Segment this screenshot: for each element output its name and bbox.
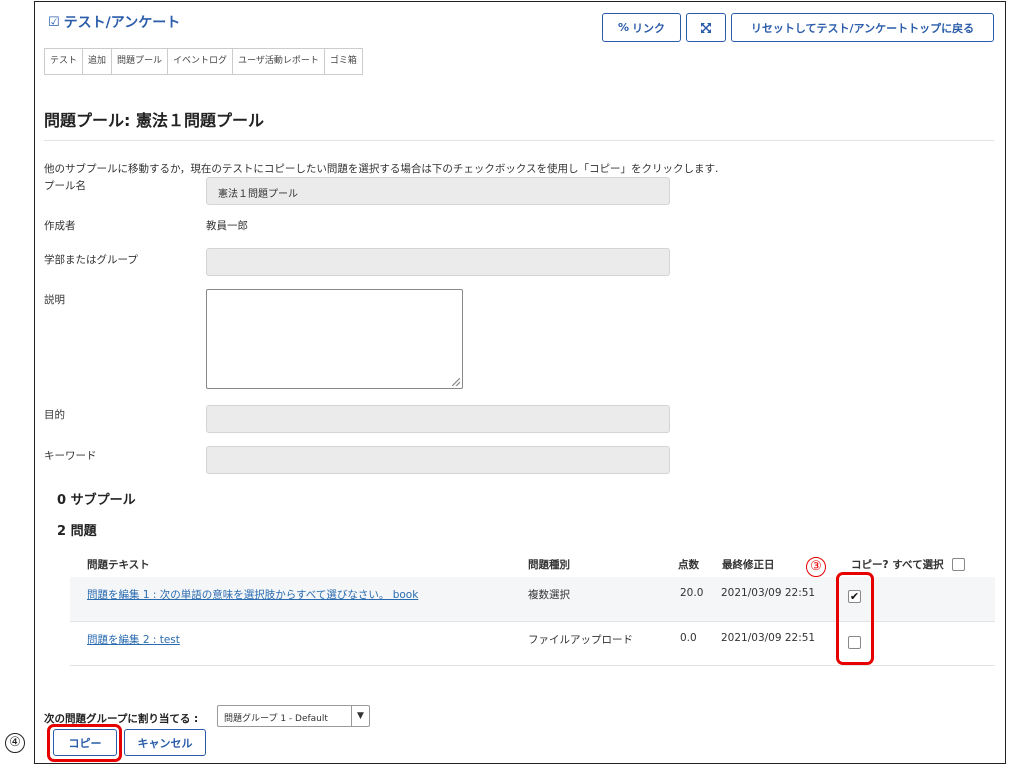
pool-name-value: 憲法１問題プール xyxy=(218,189,298,200)
divider xyxy=(44,140,994,141)
pool-name-field: 憲法１問題プール xyxy=(206,177,670,205)
tool-title: ☑ テスト/アンケート xyxy=(48,12,180,32)
col-copy: コピー? すべて選択 xyxy=(851,559,944,571)
link-button[interactable]: % リンク xyxy=(602,13,681,42)
highlight-copy-button xyxy=(47,724,122,762)
page-title: 問題プール: 憲法１問題プール xyxy=(44,111,264,130)
col-points: 点数 xyxy=(678,559,699,571)
reset-button[interactable]: リセットしてテスト/アンケートトップに戻る xyxy=(731,13,994,42)
description-textarea[interactable] xyxy=(206,289,463,389)
keywords-label: キーワード xyxy=(44,450,97,462)
resize-grip-icon[interactable] xyxy=(452,378,460,386)
tab-trash[interactable]: ゴミ箱 xyxy=(325,49,362,74)
cancel-button-label: キャンセル xyxy=(137,736,193,750)
creator-label: 作成者 xyxy=(44,220,76,232)
department-field xyxy=(206,248,670,276)
question-group-select[interactable]: 問題グループ 1 - Default ▼ xyxy=(217,705,370,727)
step-marker-3: ③ xyxy=(806,557,826,577)
creator-value: 教員一郎 xyxy=(206,220,248,232)
caret-down-icon: ▼ xyxy=(351,706,369,726)
question-link[interactable]: 問題を編集 2 : test xyxy=(87,632,180,647)
tab-tests[interactable]: テスト xyxy=(45,49,84,74)
subpools-heading: 0 サブプール xyxy=(57,493,136,508)
objective-label: 目的 xyxy=(44,409,65,421)
tab-event-log[interactable]: イベントログ xyxy=(168,49,234,74)
pool-name-label: プール名 xyxy=(44,180,86,192)
tab-user-activity[interactable]: ユーザ活動レポート xyxy=(233,49,325,74)
question-type: ファイルアップロード xyxy=(528,634,633,646)
question-modified: 2021/03/09 22:51 xyxy=(721,587,816,599)
col-question-type: 問題種別 xyxy=(528,559,570,571)
tool-title-text: テスト/アンケート xyxy=(63,15,181,31)
highlight-checkboxes xyxy=(836,572,874,665)
description-label: 説明 xyxy=(44,294,65,306)
cancel-button[interactable]: キャンセル xyxy=(124,729,206,756)
objective-field xyxy=(206,405,670,433)
instructions: 他のサブプールに移動するか，現在のテストにコピーしたい問題を選択する場合は下のチ… xyxy=(44,163,719,175)
expand-icon xyxy=(701,22,711,33)
fullscreen-button[interactable] xyxy=(686,13,726,42)
tab-add[interactable]: 追加 xyxy=(83,49,113,74)
col-question-text: 問題テキスト xyxy=(87,559,150,571)
question-modified: 2021/03/09 22:51 xyxy=(721,632,816,644)
link-icon: % xyxy=(617,21,630,34)
department-label: 学部またはグループ xyxy=(44,254,138,266)
row-divider xyxy=(70,665,995,666)
col-modified: 最終修正日 xyxy=(722,559,775,571)
select-all-checkbox[interactable] xyxy=(952,558,965,571)
step-marker-4: ④ xyxy=(5,733,25,753)
questions-heading: 2 問題 xyxy=(57,524,97,539)
tab-question-pools[interactable]: 問題プール xyxy=(112,49,169,74)
question-points: 0.0 xyxy=(680,632,697,644)
question-points: 20.0 xyxy=(680,587,704,599)
reset-button-label: リセットしてテスト/アンケートトップに戻る xyxy=(750,21,975,35)
question-type: 複数選択 xyxy=(528,589,570,601)
checkbox-icon: ☑ xyxy=(48,14,60,30)
question-link[interactable]: 問題を編集 1 : 次の単語の意味を選択肢からすべて選びなさい。 book xyxy=(87,587,418,602)
keywords-field xyxy=(206,446,670,474)
tool-tabs: テスト 追加 問題プール イベントログ ユーザ活動レポート ゴミ箱 xyxy=(44,48,363,75)
link-button-label: リンク xyxy=(632,21,666,35)
question-group-value: 問題グループ 1 - Default xyxy=(224,714,328,724)
